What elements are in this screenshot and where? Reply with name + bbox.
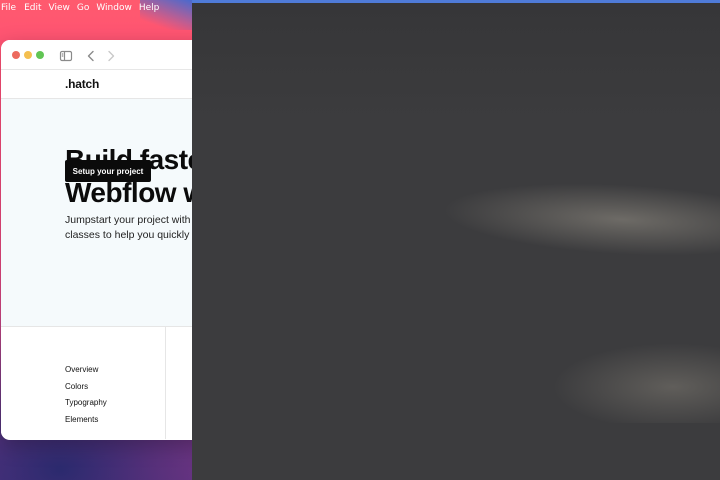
chevron-left-icon[interactable] [84,48,98,62]
nav-link-elements[interactable]: Elements [65,412,107,429]
minimize-window-button[interactable] [24,51,32,59]
nav-link-overview[interactable]: Overview [65,362,107,379]
site-logo[interactable]: .hatch [65,77,99,91]
docs-nav: Overview Colors Typography Elements [65,362,107,428]
menu-help[interactable]: Help [139,3,167,13]
browser-titlebar [1,40,221,70]
docs-section: Overview Colors Typography Elements [1,327,221,439]
setup-project-button[interactable]: Setup your project [65,160,151,182]
blurred-highlight-lower [552,343,720,423]
menu-view[interactable]: View [49,3,77,13]
menu-go[interactable]: Go [77,3,96,13]
chevron-right-icon[interactable] [104,48,118,62]
menu-file[interactable]: File [0,3,24,13]
menu-window[interactable]: Window [96,3,139,13]
section-divider [165,327,166,439]
overlay-shade [192,3,720,123]
close-window-button[interactable] [12,51,20,59]
menu-bar: File Edit View Go Window Help [0,0,200,16]
nav-link-typography[interactable]: Typography [65,395,107,412]
dark-overlay-panel [192,3,720,480]
browser-window: .hatch Build faste Webflow w Jumpstart y… [1,40,221,440]
maximize-window-button[interactable] [36,51,44,59]
blurred-highlight [440,175,720,261]
nav-link-colors[interactable]: Colors [65,379,107,396]
sidebar-toggle-icon[interactable] [59,48,73,62]
menu-edit[interactable]: Edit [24,3,48,13]
site-header: .hatch [1,70,221,99]
hero-section: Build faste Webflow w Jumpstart your pro… [1,99,221,327]
